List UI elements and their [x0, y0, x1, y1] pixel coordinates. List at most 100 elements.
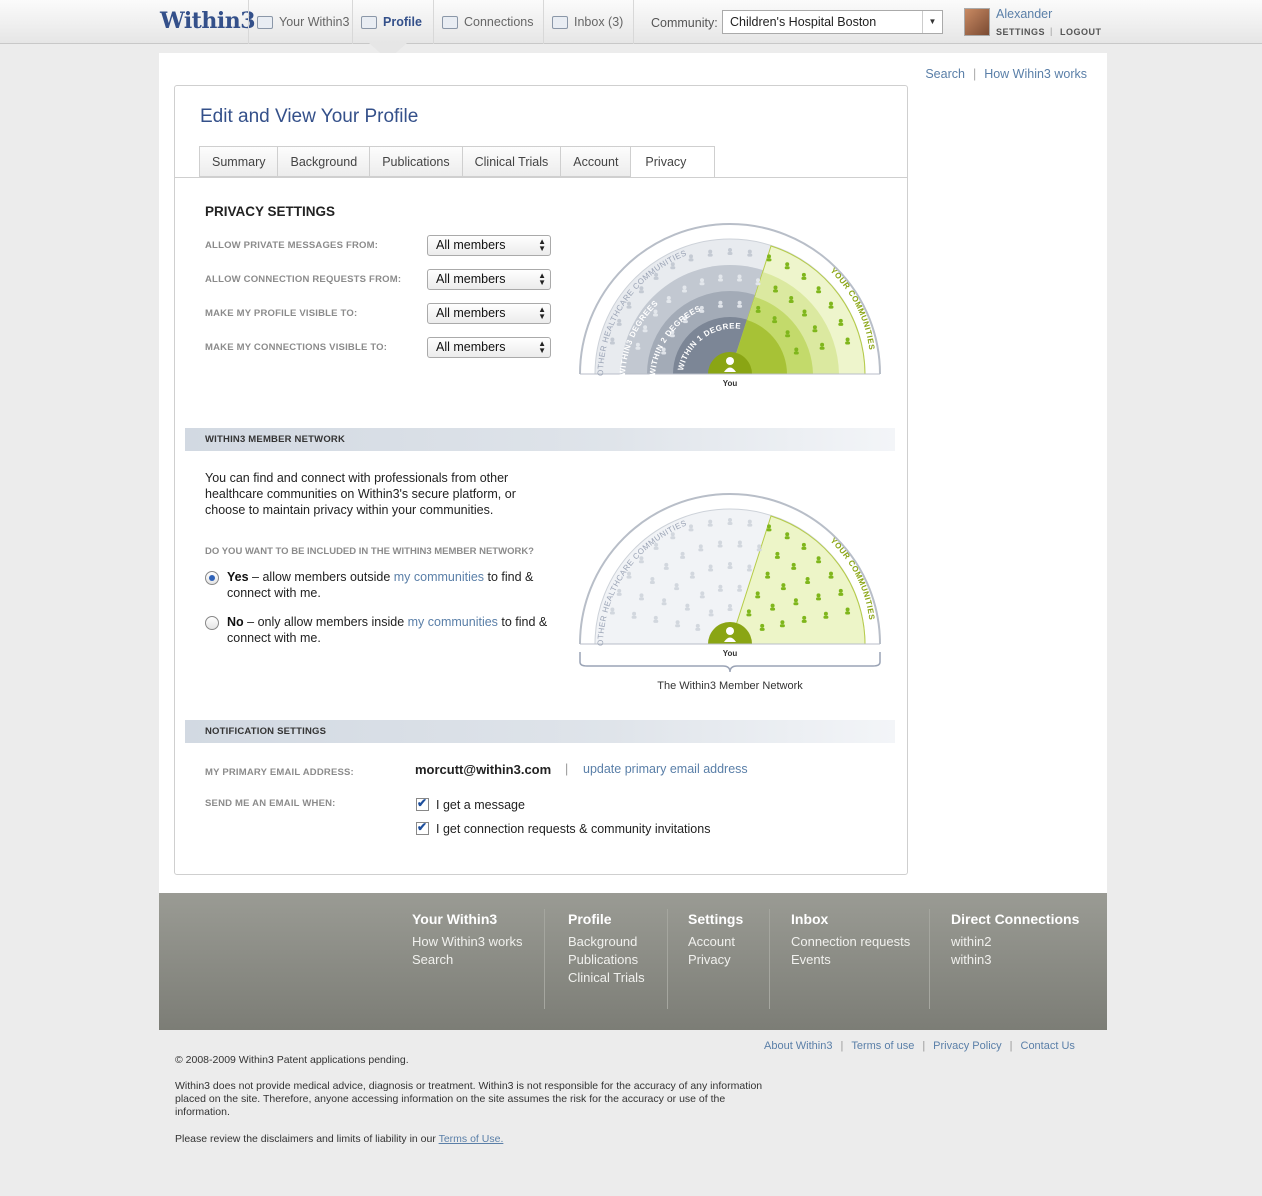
person-icon: [639, 593, 644, 598]
tab-background[interactable]: Background: [277, 146, 370, 177]
footer-col-your-within3: Your Within3 How Within3 works Search: [412, 911, 523, 969]
footer-heading[interactable]: Inbox: [791, 911, 910, 927]
connections-visible-select[interactable]: All members ▲ ▼: [427, 337, 551, 358]
person-icon: [737, 304, 743, 308]
footer-link[interactable]: within2: [951, 933, 1079, 951]
footer-link[interactable]: within3: [951, 951, 1079, 969]
footer-divider: [544, 909, 545, 1009]
network-yes-option[interactable]: Yes – allow members outside my communiti…: [205, 569, 555, 601]
person-icon: [793, 351, 799, 355]
person-icon: [829, 571, 833, 576]
within3-logo[interactable]: Within3: [160, 8, 256, 34]
nav-profile[interactable]: Profile: [352, 0, 422, 44]
person-icon: [756, 278, 760, 283]
person-icon: [727, 608, 733, 611]
private-messages-select[interactable]: All members ▲ ▼: [427, 235, 551, 256]
person-icon: [680, 551, 685, 556]
update-email-link[interactable]: update primary email address: [583, 762, 748, 776]
person-icon: [682, 289, 687, 293]
footer-heading[interactable]: Profile: [568, 911, 645, 927]
nav-your-within3[interactable]: Your Within3: [248, 0, 349, 44]
footer-heading[interactable]: Direct Connections: [951, 911, 1079, 927]
footer-link[interactable]: Clinical Trials: [568, 969, 645, 987]
user-name-link[interactable]: Alexander: [996, 7, 1052, 21]
no-text: No – only allow members inside my commun…: [227, 614, 555, 646]
profile-visible-select[interactable]: All members ▲ ▼: [427, 303, 551, 324]
person-icon: [609, 341, 615, 345]
tab-clinical-trials[interactable]: Clinical Trials: [461, 146, 561, 177]
avatar[interactable]: [964, 8, 990, 36]
privacy-policy-link[interactable]: Privacy Policy: [933, 1040, 1001, 1052]
contact-link[interactable]: Contact Us: [1021, 1040, 1075, 1052]
private-messages-value: All members: [436, 238, 506, 252]
tab-publications[interactable]: Publications: [369, 146, 462, 177]
about-link[interactable]: About Within3: [764, 1040, 832, 1052]
person-icon: [699, 282, 705, 286]
message-email-option[interactable]: I get a message: [416, 796, 525, 812]
search-link[interactable]: Search: [925, 67, 965, 81]
settings-link[interactable]: SETTINGS: [996, 27, 1045, 37]
connection-requests-value: All members: [436, 272, 506, 286]
person-icon: [756, 305, 761, 310]
person-icon: [760, 623, 765, 628]
message-checkbox[interactable]: [416, 796, 429, 811]
person-icon: [784, 266, 790, 270]
person-icon: [845, 341, 851, 345]
tab-summary[interactable]: Summary: [199, 146, 278, 177]
footer-link[interactable]: Publications: [568, 951, 645, 969]
no-pre: – only allow members inside: [243, 615, 408, 629]
person-icon: [737, 588, 743, 592]
yes-radio[interactable]: [205, 571, 219, 585]
my-communities-link[interactable]: my communities: [394, 570, 484, 584]
nav-inbox[interactable]: Inbox (3): [543, 0, 635, 44]
person-icon: [737, 544, 743, 548]
person-icon: [737, 584, 742, 589]
footer-link[interactable]: Account: [688, 933, 743, 951]
person-icon: [785, 532, 790, 537]
my-communities-link[interactable]: my communities: [408, 615, 498, 629]
person-icon: [775, 551, 780, 556]
person-icon: [666, 300, 672, 303]
footer-link[interactable]: How Within3 works: [412, 933, 523, 951]
footer-link[interactable]: Privacy: [688, 951, 743, 969]
connection-requests-select[interactable]: All members ▲ ▼: [427, 269, 551, 290]
main-panel: Search | How Wihin3 works Edit and View Yo…: [159, 53, 1107, 893]
tab-account[interactable]: Account: [560, 146, 631, 177]
person-icon: [746, 568, 752, 572]
person-icon: [708, 568, 714, 572]
connection-email-option[interactable]: I get connection requests & community in…: [416, 820, 710, 836]
person-icon: [757, 544, 762, 549]
community-select[interactable]: Children's Hospital Boston ▼: [722, 10, 943, 34]
footer-link[interactable]: Search: [412, 951, 523, 969]
no-radio[interactable]: [205, 616, 219, 630]
person-icon: [823, 611, 828, 616]
person-icon: [829, 301, 833, 306]
how-within3-works-link[interactable]: How Wihin3 works: [984, 67, 1087, 81]
person-icon: [610, 607, 615, 612]
footer-heading[interactable]: Settings: [688, 911, 743, 927]
network-no-option[interactable]: No – only allow members inside my commun…: [205, 614, 555, 646]
connection-checkbox[interactable]: [416, 820, 429, 835]
person-icon: [653, 615, 658, 620]
terms-link[interactable]: Terms of use: [851, 1040, 914, 1052]
footer-link[interactable]: Events: [791, 951, 910, 969]
terms-of-use-link[interactable]: Terms of Use.: [439, 1133, 504, 1145]
tab-privacy[interactable]: Privacy: [630, 146, 716, 178]
footer-heading[interactable]: Your Within3: [412, 911, 523, 927]
person-icon: [785, 262, 790, 267]
logout-link[interactable]: LOGOUT: [1060, 27, 1102, 37]
dropdown-arrow-icon[interactable]: ▼: [922, 11, 942, 33]
yes-pre: – allow members outside: [248, 570, 394, 584]
tab-divider: [175, 177, 907, 178]
community-label: Community:: [651, 16, 718, 30]
person-icon: [755, 591, 760, 596]
person-icon: [801, 542, 806, 547]
person-icon: [805, 577, 810, 581]
person-icon: [626, 575, 632, 579]
footer-link[interactable]: Connection requests: [791, 933, 910, 951]
nav-connections[interactable]: Connections: [433, 0, 534, 44]
person-icon: [626, 305, 632, 309]
footer-link[interactable]: Background: [568, 933, 645, 951]
separator: |: [1050, 26, 1053, 36]
person-icon: [838, 322, 844, 326]
